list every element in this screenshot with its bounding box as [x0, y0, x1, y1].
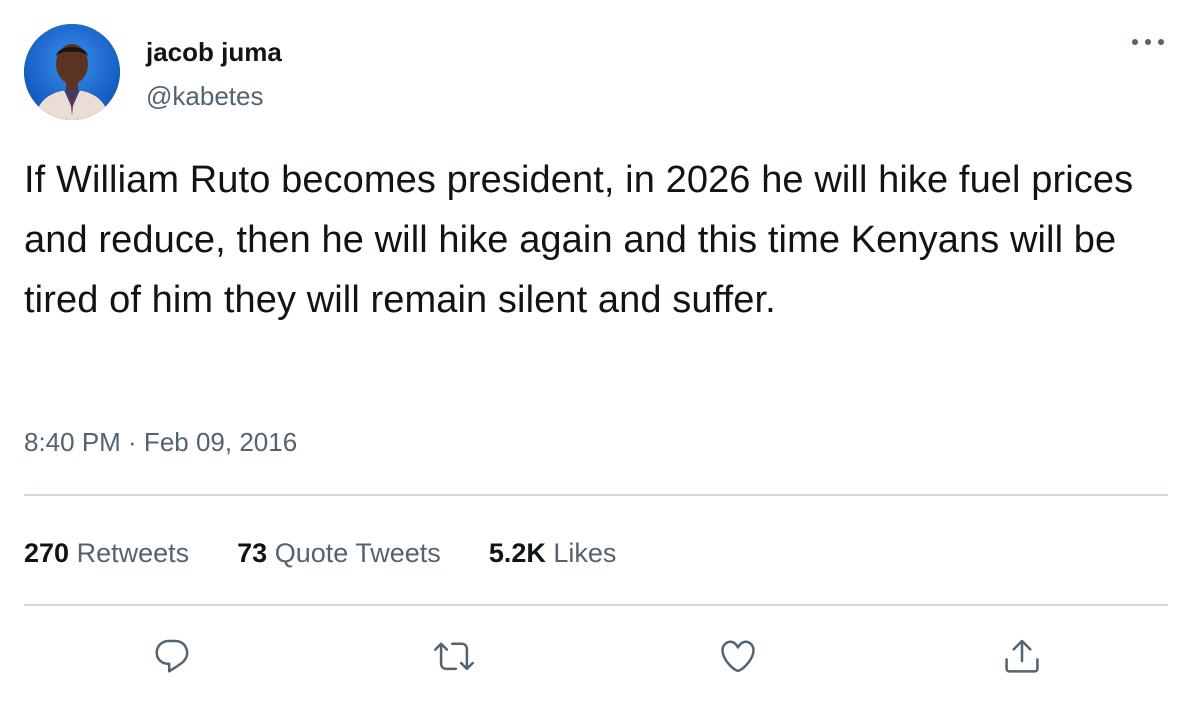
- quote-tweets-label: Quote Tweets: [274, 538, 441, 568]
- retweets-count: 270: [24, 538, 70, 568]
- likes-stat[interactable]: 5.2K Likes: [489, 536, 617, 570]
- heart-icon: [721, 640, 755, 673]
- retweets-stat[interactable]: 270 Retweets: [24, 536, 189, 570]
- likes-count: 5.2K: [488, 538, 546, 568]
- avatar[interactable]: [24, 24, 120, 120]
- retweet-button[interactable]: [430, 632, 478, 680]
- tweet-timestamp[interactable]: 8:40 PM · Feb 09, 2016: [24, 426, 297, 458]
- more-options-button[interactable]: [1128, 30, 1168, 54]
- quote-tweets-count: 73: [237, 538, 268, 568]
- share-icon: [1005, 639, 1039, 673]
- avatar-photo: [24, 24, 120, 120]
- retweet-icon: [434, 642, 474, 671]
- user-handle[interactable]: @kabetes: [146, 80, 263, 112]
- quote-tweets-stat[interactable]: 73 Quote Tweets: [237, 536, 441, 570]
- retweets-label: Retweets: [76, 538, 190, 568]
- likes-label: Likes: [553, 538, 617, 568]
- reply-icon: [155, 639, 189, 673]
- more-icon: [1132, 39, 1164, 45]
- reply-button[interactable]: [148, 632, 196, 680]
- tweet-text: If William Ruto becomes president, in 20…: [24, 159, 1134, 321]
- divider-top: [24, 494, 1168, 496]
- action-bar: [0, 632, 1192, 680]
- share-button[interactable]: [998, 632, 1046, 680]
- divider-bottom: [24, 604, 1168, 606]
- like-button[interactable]: [714, 632, 762, 680]
- display-name[interactable]: jacob juma: [146, 36, 282, 68]
- engagement-stats: 270 Retweets 73 Quote Tweets 5.2K Likes: [24, 536, 664, 570]
